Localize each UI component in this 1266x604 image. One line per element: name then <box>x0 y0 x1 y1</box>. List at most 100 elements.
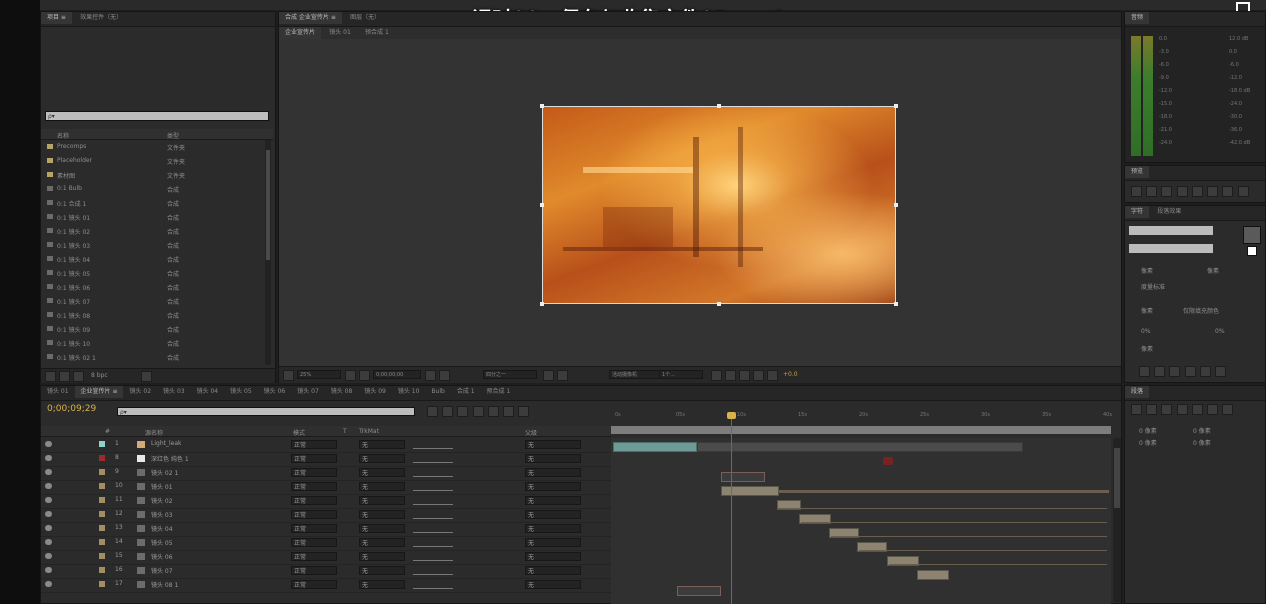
visibility-eye-icon[interactable] <box>45 441 52 447</box>
tab-audio[interactable]: 音频 <box>1125 12 1150 24</box>
switches-icon[interactable] <box>413 568 453 575</box>
project-item-row[interactable]: 0:1 镜头 01 合成 <box>41 210 265 224</box>
timeline-tab[interactable]: Bulb <box>425 386 450 398</box>
label-color-swatch[interactable] <box>99 497 105 503</box>
align-center-icon[interactable] <box>1146 404 1158 415</box>
blend-mode-dropdown[interactable]: 正常 <box>291 538 337 547</box>
layer-bar-light-leak[interactable] <box>613 442 697 452</box>
resolution-dropdown[interactable]: 四分之一 <box>483 370 537 379</box>
reset-exposure-icon[interactable] <box>767 370 778 381</box>
switches-icon[interactable] <box>413 442 453 449</box>
loop-icon[interactable] <box>1222 186 1234 197</box>
font-style-dropdown[interactable] <box>1129 244 1213 253</box>
blend-mode-dropdown[interactable]: 正常 <box>291 510 337 519</box>
layer-name[interactable]: 深红色 纯色 1 <box>151 454 189 463</box>
blend-mode-dropdown[interactable]: 正常 <box>291 524 337 533</box>
font-family-dropdown[interactable] <box>1129 226 1213 235</box>
switches-icon[interactable] <box>413 484 453 491</box>
delete-icon[interactable] <box>141 371 152 382</box>
project-search-input[interactable]: ρ▾ <box>45 111 269 121</box>
timeline-tab[interactable]: 镜头 02 <box>123 386 157 398</box>
trkmat-dropdown[interactable]: 无 <box>359 496 405 505</box>
trkmat-dropdown[interactable]: 无 <box>359 552 405 561</box>
subscript-icon[interactable] <box>1215 366 1227 377</box>
transform-handle[interactable] <box>540 203 544 207</box>
switches-icon[interactable] <box>413 526 453 533</box>
zoom-dropdown[interactable]: 25% <box>297 370 341 379</box>
project-item-row[interactable]: 0:1 镜头 09 合成 <box>41 322 265 336</box>
fast-preview-icon[interactable] <box>725 370 736 381</box>
leading-value[interactable]: 像素 <box>1207 266 1219 275</box>
flowchart-icon[interactable] <box>753 370 764 381</box>
kerning-value[interactable]: 度量标准 <box>1141 282 1165 291</box>
fill-color-swatch[interactable] <box>1243 226 1261 244</box>
subtab-shot01[interactable]: 镜头 01 <box>323 27 357 39</box>
layer-bar-shot08-1[interactable] <box>677 586 721 596</box>
project-item-row[interactable]: 0:1 镜头 07 合成 <box>41 294 265 308</box>
timeline-tab[interactable]: 镜头 07 <box>291 386 325 398</box>
current-time-display[interactable]: 0;00;09;29 <box>47 404 96 414</box>
timeline-icon[interactable] <box>739 370 750 381</box>
layer-row[interactable]: 17 镜头 08 1 正常 无 无 <box>41 578 611 593</box>
project-item-row[interactable]: 0:1 镜头 04 合成 <box>41 252 265 266</box>
justify-all-icon[interactable] <box>1222 404 1234 415</box>
timeline-search-input[interactable]: ρ▾ <box>117 407 415 416</box>
always-preview-icon[interactable] <box>283 370 294 381</box>
blend-mode-dropdown[interactable]: 正常 <box>291 552 337 561</box>
project-item-row[interactable]: 0:1 镜头 03 合成 <box>41 238 265 252</box>
column-type[interactable]: 类型 <box>167 131 179 140</box>
trkmat-dropdown[interactable]: 无 <box>359 440 405 449</box>
trkmat-dropdown[interactable]: 无 <box>359 454 405 463</box>
align-left-icon[interactable] <box>1131 404 1142 415</box>
layer-name[interactable]: 镜头 01 <box>151 482 173 491</box>
visibility-eye-icon[interactable] <box>45 581 52 587</box>
tab-paragraph-effects[interactable]: 段落效果 <box>1151 206 1187 218</box>
timeline-tab[interactable]: 镜头 08 <box>325 386 359 398</box>
timecode-field[interactable]: 0;00;00;00 <box>373 370 421 379</box>
label-color-swatch[interactable] <box>99 581 105 587</box>
project-item-row[interactable]: 0:1 合成 1 合成 <box>41 196 265 210</box>
playhead-handle[interactable] <box>727 412 736 419</box>
mute-icon[interactable] <box>1207 186 1219 197</box>
label-color-swatch[interactable] <box>99 567 105 573</box>
column-name[interactable]: 名称 <box>57 131 69 140</box>
visibility-eye-icon[interactable] <box>45 511 52 517</box>
vertical-scale-value[interactable]: 0% <box>1141 328 1151 335</box>
label-color-swatch[interactable] <box>99 553 105 559</box>
visibility-eye-icon[interactable] <box>45 539 52 545</box>
layer-row[interactable]: 9 镜头 02 1 正常 无 无 <box>41 466 611 481</box>
project-item-row[interactable]: 0:1 镜头 02 1 合成 <box>41 350 265 364</box>
layer-name[interactable]: 镜头 08 1 <box>151 580 178 589</box>
blend-mode-dropdown[interactable]: 正常 <box>291 454 337 463</box>
layer-row[interactable]: 14 镜头 05 正常 无 无 <box>41 536 611 551</box>
work-area-bar[interactable] <box>611 426 1111 434</box>
trkmat-dropdown[interactable]: 无 <box>359 524 405 533</box>
switches-icon[interactable] <box>413 470 453 477</box>
trkmat-dropdown[interactable]: 无 <box>359 566 405 575</box>
layer-name[interactable]: 镜头 04 <box>151 524 173 533</box>
timeline-tab[interactable]: 合成 1 <box>451 386 481 398</box>
timeline-tab[interactable]: 镜头 05 <box>224 386 258 398</box>
layer-name[interactable]: 镜头 02 <box>151 496 173 505</box>
tab-composition[interactable]: 合成 企业宣传片 ≡ <box>279 12 342 24</box>
exposure-value[interactable]: +0.0 <box>783 371 798 378</box>
switches-icon[interactable] <box>413 582 453 589</box>
trkmat-dropdown[interactable]: 无 <box>359 468 405 477</box>
stroke-width-value[interactable]: 像素 <box>1141 306 1153 315</box>
subtab-precomp1[interactable]: 预合成 1 <box>359 27 395 39</box>
trkmat-dropdown[interactable]: 无 <box>359 510 405 519</box>
label-color-swatch[interactable] <box>99 539 105 545</box>
tab-layer[interactable]: 图层（无） <box>344 12 386 24</box>
font-size-value[interactable]: 像素 <box>1141 266 1153 275</box>
label-color-swatch[interactable] <box>99 469 105 475</box>
label-color-swatch[interactable] <box>99 525 105 531</box>
layer-row[interactable]: 10 镜头 01 正常 无 无 <box>41 480 611 495</box>
blend-mode-dropdown[interactable]: 正常 <box>291 580 337 589</box>
timeline-tab[interactable]: 镜头 03 <box>157 386 191 398</box>
visibility-eye-icon[interactable] <box>45 483 52 489</box>
visibility-eye-icon[interactable] <box>45 567 52 573</box>
baseline-shift-value[interactable]: 像素 <box>1141 344 1153 353</box>
new-folder-icon[interactable] <box>59 371 70 382</box>
visibility-eye-icon[interactable] <box>45 553 52 559</box>
parent-dropdown[interactable]: 无 <box>525 440 581 449</box>
